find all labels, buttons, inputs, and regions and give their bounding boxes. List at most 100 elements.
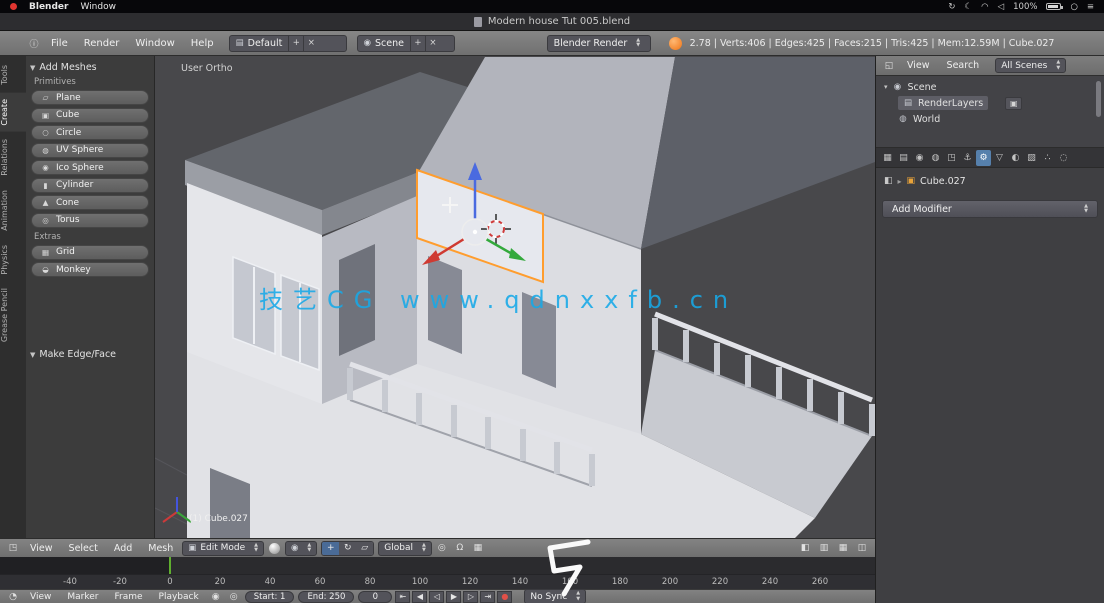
add-cylinder-button[interactable]: ▮ Cylinder — [31, 178, 149, 193]
wifi-icon[interactable]: ◠ — [981, 2, 988, 12]
outliner-menu-search[interactable]: Search — [940, 58, 987, 73]
close-layout-button[interactable]: × — [303, 36, 318, 51]
tab-grease-pencil[interactable]: Grease Pencil — [0, 282, 26, 348]
spotlight-icon[interactable]: ○ — [1070, 2, 1077, 12]
vp-menu-mesh[interactable]: Mesh — [141, 541, 180, 556]
add-plane-button[interactable]: ▱ Plane — [31, 90, 149, 105]
volume-icon[interactable]: ◁ — [998, 2, 1005, 12]
menubar-item-window[interactable]: Window — [80, 2, 116, 12]
scene-selector[interactable]: ◉ Scene + × — [357, 35, 455, 52]
add-scene-button[interactable]: + — [410, 36, 425, 51]
sync-mode-selector[interactable]: No Sync — [524, 589, 586, 603]
close-scene-button[interactable]: × — [425, 36, 440, 51]
add-modifier-button[interactable]: Add Modifier — [882, 200, 1098, 218]
rotate-manipulator-button[interactable]: ↻ — [339, 542, 356, 555]
app-menu-blender[interactable]: Blender — [29, 2, 68, 12]
tab-relations[interactable]: Relations — [0, 133, 26, 182]
outliner-row-world[interactable]: ◍ World — [876, 111, 1104, 127]
render-tab-icon[interactable]: ▦ — [880, 150, 895, 166]
physics-tab-icon[interactable]: ◌ — [1056, 150, 1071, 166]
add-cone-button[interactable]: ▲ Cone — [31, 195, 149, 210]
tl-menu-frame[interactable]: Frame — [107, 590, 149, 603]
vp-menu-view[interactable]: View — [23, 541, 60, 556]
tl-menu-view[interactable]: View — [23, 590, 58, 603]
moon-icon[interactable]: ☾ — [965, 2, 973, 12]
frame-end-field[interactable]: End: 250 — [298, 591, 354, 603]
editor-type-icon[interactable] — [8, 36, 24, 51]
prev-frame-button[interactable]: ◁ — [429, 591, 444, 603]
add-cube-button[interactable]: ▣ Cube — [31, 108, 149, 123]
disclosure-triangle-icon[interactable]: ▾ — [884, 83, 888, 91]
render-engine-selector[interactable]: Blender Render — [547, 35, 651, 52]
menu-file[interactable]: File — [44, 36, 75, 51]
screen-layout-selector[interactable]: ▤ Default + × — [229, 35, 347, 52]
record-dot-icon[interactable] — [10, 3, 17, 10]
tab-create[interactable]: Create — [0, 93, 26, 132]
add-grid-button[interactable]: ▦ Grid — [31, 245, 149, 260]
timeline-ruler[interactable]: -40 -20 0 20 40 60 80 100 120 140 160 18… — [0, 574, 875, 589]
menu-window[interactable]: Window — [128, 36, 181, 51]
proportional-edit-icon[interactable]: ◎ — [434, 541, 450, 556]
next-frame-button[interactable]: ▷ — [463, 591, 478, 603]
viewport-shading-icon[interactable] — [269, 543, 280, 554]
modifiers-tab-icon[interactable]: ⚙ — [976, 150, 991, 166]
orientation-selector[interactable]: Global — [378, 541, 432, 556]
render-border-icon[interactable]: ◫ — [854, 541, 870, 556]
jump-to-start-button[interactable]: ⇤ — [395, 591, 410, 603]
frame-start-field[interactable]: Start: 1 — [245, 591, 295, 603]
view3d-editor-icon[interactable]: ◳ — [5, 541, 21, 556]
menu-list-icon[interactable]: ≡ — [1087, 2, 1094, 12]
add-torus-button[interactable]: ◎ Torus — [31, 213, 149, 228]
translate-manipulator-button[interactable]: + — [322, 542, 339, 555]
add-meshes-panel-header[interactable]: ▼ Add Meshes — [30, 62, 150, 73]
info-editor-icon[interactable]: ⓘ — [26, 36, 42, 51]
sync-icon[interactable]: ↻ — [948, 2, 955, 12]
add-monkey-button[interactable]: ◒ Monkey — [31, 262, 149, 277]
tab-animation[interactable]: Animation — [0, 184, 26, 237]
timeline-editor-icon[interactable]: ◔ — [5, 589, 21, 603]
outliner-menu-view[interactable]: View — [900, 58, 937, 73]
particles-tab-icon[interactable]: ∴ — [1040, 150, 1055, 166]
outliner-row-scene[interactable]: ▾ ◉ Scene — [876, 79, 1104, 95]
layers-icon[interactable]: ▦ — [835, 541, 851, 556]
record-button[interactable]: ● — [497, 591, 512, 603]
data-tab-icon[interactable]: ▽ — [992, 150, 1007, 166]
viewport-3d[interactable]: User Ortho 技艺CG www.qdnxxfb.cn (1) Cube.… — [155, 56, 875, 538]
tl-menu-playback[interactable]: Playback — [152, 590, 206, 603]
occlude-geometry-icon[interactable]: ◧ — [797, 541, 813, 556]
tl-menu-marker[interactable]: Marker — [60, 590, 105, 603]
menu-help[interactable]: Help — [184, 36, 221, 51]
keying-icon[interactable]: ◎ — [226, 589, 242, 603]
outliner-row-renderlayers[interactable]: ▤ RenderLayers ▣ — [876, 95, 1104, 111]
scene-tab-icon[interactable]: ◉ — [912, 150, 927, 166]
selected-row-highlight[interactable]: ▤ RenderLayers — [898, 96, 988, 110]
object-tab-icon[interactable]: ◳ — [944, 150, 959, 166]
render-toggle-icon[interactable]: ▣ — [1005, 97, 1022, 110]
material-tab-icon[interactable]: ◐ — [1008, 150, 1023, 166]
add-ico-sphere-button[interactable]: ◉ Ico Sphere — [31, 160, 149, 175]
tab-physics[interactable]: Physics — [0, 239, 26, 281]
vp-menu-select[interactable]: Select — [62, 541, 105, 556]
preview-range-icon[interactable]: ◉ — [208, 589, 224, 603]
mode-selector[interactable]: ▣ Edit Mode — [182, 541, 264, 556]
constraints-tab-icon[interactable]: ⚓ — [960, 150, 975, 166]
outliner-scope-selector[interactable]: All Scenes — [995, 58, 1066, 73]
add-layout-button[interactable]: + — [288, 36, 303, 51]
menu-render[interactable]: Render — [77, 36, 127, 51]
add-uv-sphere-button[interactable]: ◍ UV Sphere — [31, 143, 149, 158]
current-frame-field[interactable]: 0 — [358, 591, 392, 603]
texture-tab-icon[interactable]: ▨ — [1024, 150, 1039, 166]
world-tab-icon[interactable]: ◍ — [928, 150, 943, 166]
outliner-scrollbar[interactable] — [1096, 81, 1101, 117]
pivot-selector[interactable]: ◉ — [285, 541, 317, 556]
outliner-editor-icon[interactable]: ◱ — [881, 58, 897, 73]
snap-magnet-icon[interactable]: Ω — [452, 541, 468, 556]
jump-to-end-button[interactable]: ⇥ — [480, 591, 495, 603]
shading-solid-icon[interactable]: ▥ — [816, 541, 832, 556]
render-layers-tab-icon[interactable]: ▤ — [896, 150, 911, 166]
add-circle-button[interactable]: ○ Circle — [31, 125, 149, 140]
play-reverse-button[interactable]: ◀ — [412, 591, 427, 603]
scale-manipulator-button[interactable]: ▱ — [356, 542, 373, 555]
play-button[interactable]: ▶ — [446, 591, 461, 603]
make-edge-face-panel-header[interactable]: ▼ Make Edge/Face — [30, 349, 150, 360]
